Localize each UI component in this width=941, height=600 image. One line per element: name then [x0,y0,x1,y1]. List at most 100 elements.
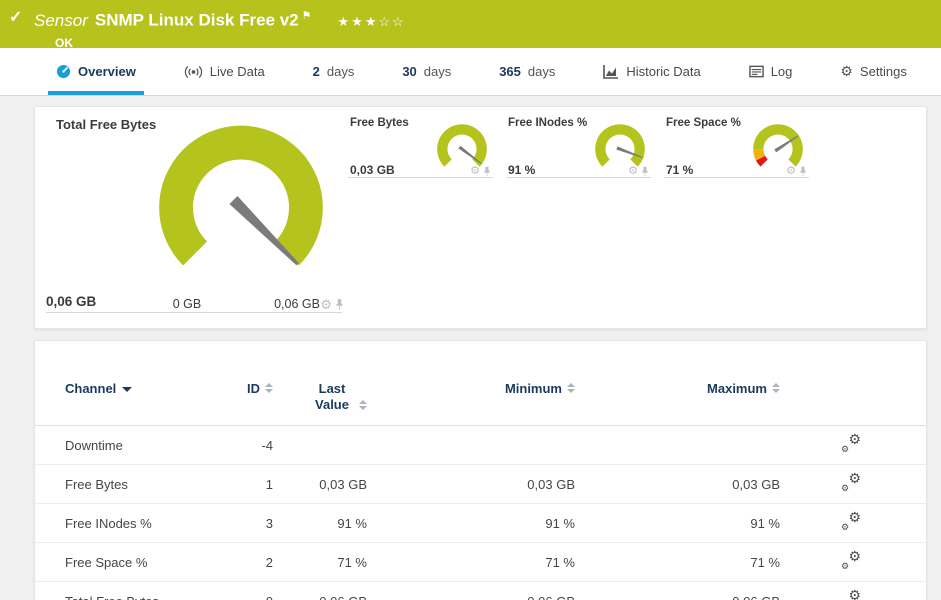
channel-settings-gears-icon[interactable]: ⚙⚙ [841,471,861,493]
historic-data-chart-icon [603,64,619,79]
gauge-title: Free Space % [666,117,741,129]
tab-number: 365 [499,64,521,79]
pin-icon[interactable] [483,166,491,177]
tab-log[interactable]: Log [741,48,801,95]
channel-maximum [575,426,780,465]
sensor-status-badge: OK [55,35,73,50]
sort-icon [772,383,780,393]
gauges-panel: Total Free Bytes 0 GB 0,06 GB 0,06 GB ⚙ … [34,106,927,329]
tab-label: Historic Data [626,64,701,79]
channel-id: 2 [265,554,273,570]
channel-minimum [367,426,575,465]
channel-minimum: 71 % [545,554,575,570]
free-inodes-gauge-block: Free INodes % 91 % ⚙ [506,115,651,185]
tab-label: Overview [78,64,136,79]
table-row: Downtime -4 ⚙ ⚙ [35,426,926,465]
page-content: Total Free Bytes 0 GB 0,06 GB 0,06 GB ⚙ … [0,96,941,600]
table-row: Free INodes % 3 91 % 91 % 91 % ⚙ ⚙ [35,504,926,543]
gauge-icon [56,64,71,79]
sensor-header: ✓ Sensor SNMP Linux Disk Free v2 ⚑ ★★★☆☆ OK [0,0,941,50]
tab-live-data[interactable]: Live Data [176,48,273,95]
gauge-title: Free INodes % [508,117,588,129]
gauge-title: Free Bytes [350,117,409,129]
sort-icon [265,383,273,393]
column-header-last-value[interactable]: Last Value [273,375,367,426]
tab-settings[interactable]: ⚙ Settings [832,48,915,95]
tab-label: days [527,64,556,79]
gauge-title: Total Free Bytes [56,117,157,132]
free-space-gauge-block: Free Space % 71 % ⚙ [664,115,809,185]
channel-minimum: 91 % [545,515,575,531]
channel-gear-icon[interactable]: ⚙ [786,166,796,177]
tab-historic-data[interactable]: Historic Data [595,48,708,95]
table-row: Free Space % 2 71 % 71 % 71 % ⚙ ⚙ [35,543,926,582]
column-header-channel[interactable]: Channel [35,375,205,426]
channels-table: Channel ID Last Value Minimum Maximum Do… [35,375,926,600]
tab-label: days [326,64,355,79]
channel-maximum: 0,06 GB [575,582,780,600]
tab-label: days [423,64,452,79]
channel-last-value: 0,03 GB [319,476,367,492]
sensor-title: SNMP Linux Disk Free v2 [94,10,299,30]
tab-label: Live Data [209,64,265,79]
channel-maximum: 0,03 GB [732,476,780,492]
column-header-minimum[interactable]: Minimum [367,375,575,426]
tab-365-days[interactable]: 365 days [491,48,563,95]
mini-gauges: Free Bytes 0,03 GB ⚙ Free INodes % 91 % … [348,115,822,320]
channel-id: 1 [265,476,273,492]
tab-2-days[interactable]: 2 days [305,48,363,95]
log-icon [748,65,764,78]
column-header-maximum[interactable]: Maximum [575,375,780,426]
gauge-axis-max-label: 0,06 GB [274,297,320,311]
gauge-value: 71 % [666,163,694,177]
channel-last-value: 0,06 GB [273,582,367,600]
channels-table-panel: Channel ID Last Value Minimum Maximum Do… [34,340,927,600]
pin-icon[interactable] [335,298,344,311]
channel-name: Downtime [65,437,123,453]
channel-minimum: 0,03 GB [527,476,575,492]
table-row: Free Bytes 1 0,03 GB 0,03 GB 0,03 GB ⚙ ⚙ [35,465,926,504]
channel-settings-gears-icon[interactable]: ⚙⚙ [841,588,861,600]
flag-icon[interactable]: ⚑ [302,10,312,22]
live-data-icon [184,65,203,79]
gauge-value: 0,03 GB [350,163,395,177]
gauge-value: 91 % [508,163,536,177]
channel-settings-gears-icon[interactable]: ⚙⚙ [841,510,861,532]
tab-label: Log [770,64,793,79]
channel-settings-gears-icon[interactable]: ⚙⚙ [841,549,861,571]
column-header-id[interactable]: ID [205,375,273,426]
tab-number: 2 [312,64,320,79]
total-free-bytes-gauge [159,125,323,266]
total-free-bytes-gauge-block: Total Free Bytes 0 GB 0,06 GB 0,06 GB ⚙ [46,115,346,320]
channel-maximum: 71 % [750,554,780,570]
channel-name: Total Free Bytes [35,582,205,600]
channel-last-value: 91 % [337,515,367,531]
channel-last-value: 71 % [337,554,367,570]
channel-gear-icon[interactable]: ⚙ [628,166,638,177]
status-ok-check-icon: ✓ [9,9,23,26]
channel-id: 0 [205,582,273,600]
sort-icon [567,383,575,393]
gauge-value: 0,06 GB [46,294,97,309]
free-bytes-gauge-block: Free Bytes 0,03 GB ⚙ [348,115,493,185]
table-row: Total Free Bytes00,06 GB0,06 GB0,06 GB⚙⚙ [35,582,926,600]
sort-caret-icon [122,387,133,393]
channel-gear-icon[interactable]: ⚙ [320,298,332,311]
channel-name: Free Bytes [65,476,128,492]
tab-number: 30 [402,64,417,79]
tab-label: Settings [859,64,907,79]
tab-30-days[interactable]: 30 days [394,48,459,95]
settings-gear-icon: ⚙ [840,63,853,79]
pin-icon[interactable] [641,166,649,177]
channel-gear-icon[interactable]: ⚙ [470,166,480,177]
gauge-underline [46,312,342,313]
pin-icon[interactable] [799,166,807,177]
channel-id: 3 [265,515,273,531]
channel-settings-gears-icon[interactable]: ⚙⚙ [841,432,861,454]
channel-id: -4 [261,437,273,453]
priority-stars[interactable]: ★★★☆☆ [338,14,406,29]
channel-minimum: 0,06 GB [367,582,575,600]
channel-name: Free INodes % [65,515,152,531]
tab-overview[interactable]: Overview [48,48,144,95]
tab-bar: Overview Live Data 2 days 30 days 365 da… [0,48,941,96]
